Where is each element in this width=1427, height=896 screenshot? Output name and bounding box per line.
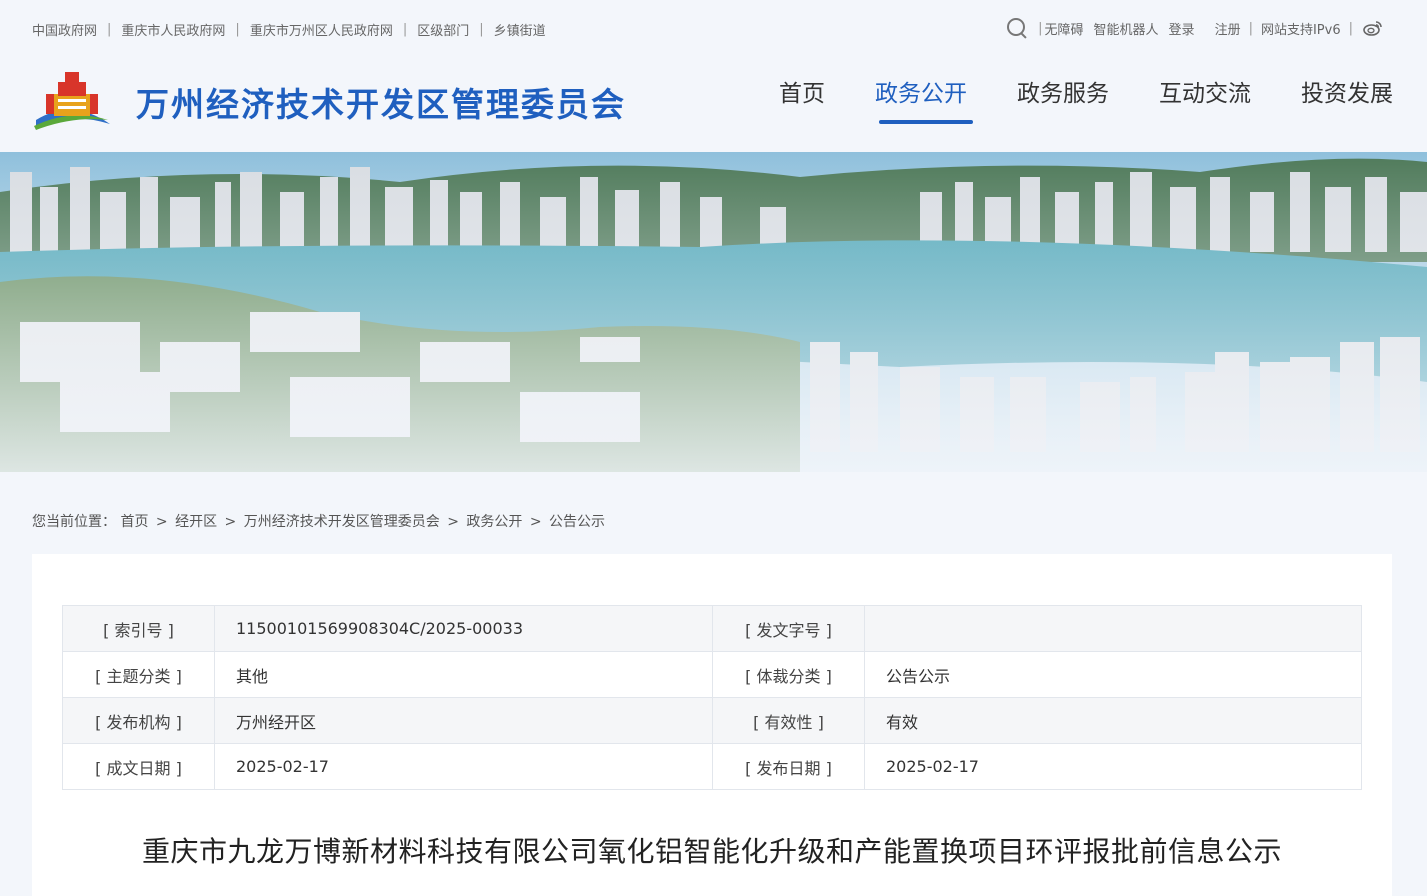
toolbar: | 无障碍 智能机器人 登录 注册 | 网站支持IPv6 | — [1006, 16, 1383, 40]
breadcrumb-separator: > — [155, 514, 168, 530]
breadcrumb-committee[interactable]: 万州经济技术开发区管理委员会 — [244, 514, 440, 530]
divider: | — [235, 22, 240, 37]
meta-label-written-date: [ 成文日期 ] — [62, 743, 215, 790]
main-nav: 首页 政务公开 政务服务 互动交流 投资发展 — [729, 74, 1393, 126]
meta-label-publisher: [ 发布机构 ] — [62, 697, 215, 744]
divider: | — [479, 22, 484, 37]
top-link-chongqing[interactable]: 重庆市人民政府网 — [121, 20, 225, 39]
meta-value-topic: 其他 — [214, 651, 713, 698]
meta-value-doc-number — [864, 605, 1362, 652]
breadcrumb-government-affairs[interactable]: 政务公开 — [466, 514, 522, 530]
breadcrumb-separator: > — [447, 514, 459, 530]
top-utility-bar: 中国政府网 | 重庆市人民政府网 | 重庆市万州区人民政府网 | 区级部门 | … — [0, 0, 1427, 56]
meta-label-topic: [ 主题分类 ] — [62, 651, 215, 698]
nav-government-affairs[interactable]: 政务公开 — [875, 74, 973, 126]
breadcrumb-zone[interactable]: 经开区 — [175, 514, 217, 530]
search-icon[interactable] — [1006, 17, 1028, 39]
city-river-image — [0, 152, 1427, 472]
divider: | — [1248, 20, 1253, 36]
meta-value-written-date: 2025-02-17 — [214, 743, 713, 790]
document-title: 重庆市九龙万博新材料科技有限公司氧化铝智能化升级和产能置换项目环评报批前信息公示 — [141, 835, 1282, 868]
top-link-wanzhou[interactable]: 重庆市万州区人民政府网 — [250, 20, 393, 39]
weibo-icon[interactable] — [1363, 20, 1383, 36]
site-title[interactable]: 万州经济技术开发区管理委员会 — [136, 78, 626, 126]
top-links: 中国政府网 | 重庆市人民政府网 | 重庆市万州区人民政府网 | 区级部门 | … — [32, 20, 546, 39]
nav-government-services[interactable]: 政务服务 — [1017, 74, 1109, 126]
breadcrumb-separator: > — [529, 514, 542, 530]
meta-label-validity: [ 有效性 ] — [712, 697, 865, 744]
divider: | — [1038, 20, 1043, 36]
meta-value-index: 11500101569908304C/2025-00033 — [214, 605, 713, 652]
nav-investment[interactable]: 投资发展 — [1301, 74, 1393, 126]
table-row: [ 索引号 ] 11500101569908304C/2025-00033 [ … — [62, 605, 1362, 652]
nav-home[interactable]: 首页 — [779, 74, 825, 126]
top-link-towns[interactable]: 乡镇街道 — [494, 20, 546, 39]
site-header: 万州经济技术开发区管理委员会 首页 政务公开 政务服务 互动交流 投资发展 — [0, 56, 1427, 152]
ipv6-label: 网站支持IPv6 — [1260, 22, 1341, 38]
top-link-gov-cn[interactable]: 中国政府网 — [32, 20, 97, 39]
table-row: [ 成文日期 ] 2025-02-17 [ 发布日期 ] 2025-02-17 — [62, 743, 1362, 790]
breadcrumb: 您当前位置： 首页 > 经开区 > 万州经济技术开发区管理委员会 > 政务公开 … — [32, 511, 605, 531]
table-row: [ 发布机构 ] 万州经开区 [ 有效性 ] 有效 — [62, 697, 1362, 744]
register-link[interactable]: 注册 — [1215, 19, 1241, 38]
meta-label-genre: [ 体裁分类 ] — [712, 651, 865, 698]
breadcrumb-home[interactable]: 首页 — [120, 514, 148, 530]
divider: | — [402, 22, 408, 37]
meta-value-genre: 公告公示 — [864, 651, 1362, 698]
meta-value-publish-date: 2025-02-17 — [864, 743, 1362, 790]
table-row: [ 主题分类 ] 其他 [ 体裁分类 ] 公告公示 — [62, 651, 1362, 698]
nav-interaction[interactable]: 互动交流 — [1159, 74, 1251, 126]
divider: | — [107, 22, 112, 37]
top-link-district-departments[interactable]: 区级部门 — [417, 20, 469, 39]
hero-banner — [0, 152, 1427, 472]
meta-value-validity: 有效 — [864, 697, 1362, 744]
breadcrumb-announcements[interactable]: 公告公示 — [549, 514, 605, 530]
meta-label-doc-number: [ 发文字号 ] — [712, 605, 865, 652]
login-link[interactable]: 登录 — [1169, 19, 1195, 38]
document-meta-table: [ 索引号 ] 11500101569908304C/2025-00033 [ … — [62, 605, 1362, 790]
divider: | — [1348, 20, 1353, 36]
meta-label-publish-date: [ 发布日期 ] — [712, 743, 865, 790]
content-card: [ 索引号 ] 11500101569908304C/2025-00033 [ … — [32, 554, 1392, 896]
meta-label-index: [ 索引号 ] — [62, 605, 215, 652]
accessibility-link[interactable]: 无障碍 — [1045, 19, 1084, 38]
site-logo[interactable] — [32, 68, 112, 130]
meta-value-publisher: 万州经开区 — [214, 697, 713, 744]
breadcrumb-prefix: 您当前位置： — [32, 514, 116, 530]
breadcrumb-separator: > — [224, 514, 237, 530]
robot-link[interactable]: 智能机器人 — [1094, 19, 1159, 38]
